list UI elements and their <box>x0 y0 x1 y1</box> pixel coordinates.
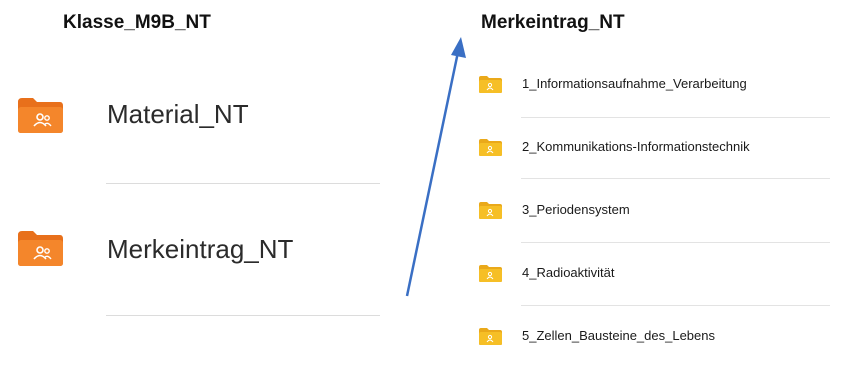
folder-radioaktivitaet[interactable]: 4_Radioaktivität <box>478 264 830 294</box>
shared-folder-icon <box>478 264 503 283</box>
folder-informationsaufnahme[interactable]: 1_Informationsaufnahme_Verarbeitung <box>478 75 830 105</box>
shared-folder-icon <box>478 138 503 157</box>
folder-periodensystem[interactable]: 3_Periodensystem <box>478 201 830 231</box>
folder-label: 3_Periodensystem <box>522 202 630 217</box>
folder-label: 1_Informationsaufnahme_Verarbeitung <box>522 76 747 91</box>
divider <box>521 242 830 243</box>
shared-folder-icon <box>478 75 503 94</box>
folder-kommunikation[interactable]: 2_Kommunikations-Informationstechnik <box>478 138 830 168</box>
shared-folder-icon <box>478 201 503 220</box>
divider <box>521 305 830 306</box>
shared-folder-icon <box>478 327 503 346</box>
arrow-icon <box>405 37 466 297</box>
right-panel-title: Merkeintrag_NT <box>481 12 625 33</box>
folder-label: 5_Zellen_Bausteine_des_Lebens <box>522 328 715 343</box>
folder-label: 2_Kommunikations-Informationstechnik <box>522 139 750 154</box>
divider <box>521 117 830 118</box>
divider <box>521 178 830 179</box>
folder-label: 4_Radioaktivität <box>522 265 615 280</box>
folder-zellen[interactable]: 5_Zellen_Bausteine_des_Lebens <box>478 327 830 357</box>
